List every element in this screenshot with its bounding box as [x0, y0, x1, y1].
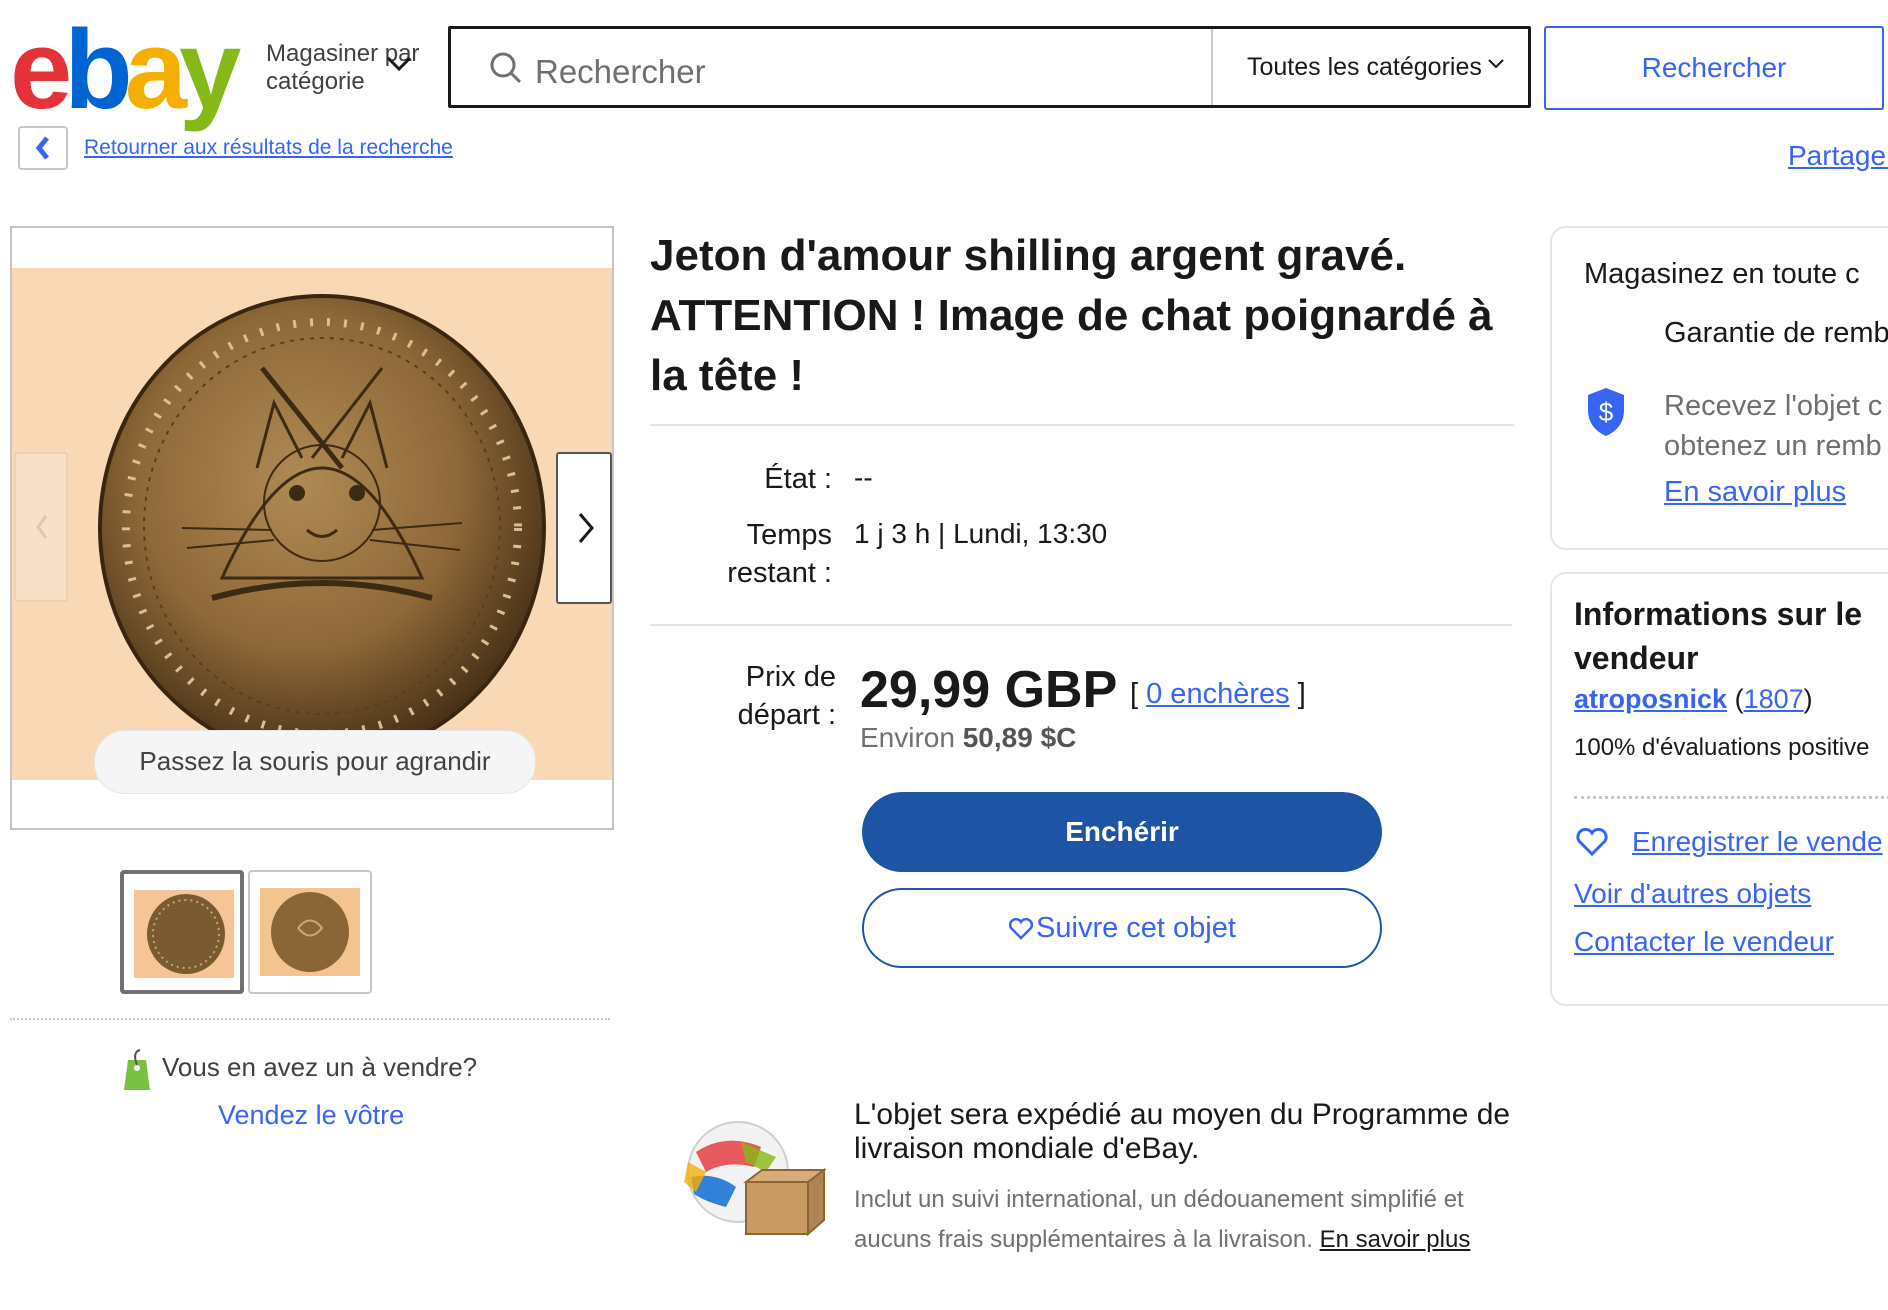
- contact-seller-link[interactable]: Contacter le vendeur: [1574, 926, 1834, 958]
- back-button[interactable]: [18, 126, 68, 170]
- bids-count: [ 0 enchères ]: [1130, 678, 1306, 710]
- bids-link[interactable]: 0 enchères: [1146, 678, 1290, 710]
- shipping-learn-more-link[interactable]: En savoir plus: [1320, 1226, 1471, 1253]
- save-seller-button[interactable]: Enregistrer le vende: [1574, 826, 1883, 863]
- search-icon: [490, 52, 522, 84]
- time-left-label: Temps restant :: [727, 519, 832, 589]
- item-title: Jeton d'amour shilling argent gravé. ATT…: [650, 231, 1493, 400]
- divider: [1574, 796, 1888, 799]
- start-price-label: Prix de départ :: [737, 661, 836, 731]
- seller-name-link[interactable]: atroposnick: [1574, 684, 1727, 714]
- ebay-logo[interactable]: ebay: [10, 14, 241, 126]
- watch-item-button[interactable]: Suivre cet objet: [862, 888, 1382, 968]
- thumbnail-2[interactable]: [248, 870, 372, 994]
- save-seller-label: Enregistrer le vende: [1632, 826, 1883, 857]
- next-image-button[interactable]: [556, 452, 612, 604]
- approx-price: Environ 50,89 $C: [860, 722, 1077, 753]
- shipping-description: Inclut un suivi international, un dédoua…: [854, 1186, 1471, 1253]
- category-select[interactable]: Toutes les catégories: [1247, 53, 1482, 82]
- heart-icon: [1008, 918, 1034, 941]
- price-value: 29,99 GBP: [860, 661, 1118, 719]
- divider: [650, 424, 1514, 426]
- search-divider: [1211, 29, 1213, 105]
- main-image-viewer[interactable]: Passez la souris pour agrandir: [10, 226, 614, 830]
- search-button[interactable]: Rechercher: [1544, 26, 1884, 110]
- sell-yours-link[interactable]: Vendez le vôtre: [218, 1100, 404, 1131]
- search-bar[interactable]: Rechercher Toutes les catégories: [448, 26, 1531, 108]
- condition-value: --: [854, 462, 873, 493]
- seller-line: atroposnick (1807): [1574, 684, 1813, 714]
- shield-dollar-icon: $: [1588, 388, 1624, 436]
- seller-info-card: Informations sur le vendeur atroposnick …: [1550, 572, 1888, 1006]
- sell-prompt: Vous en avez un à vendre?: [162, 1052, 478, 1082]
- place-bid-button[interactable]: Enchérir: [862, 792, 1382, 872]
- price-tag-icon: [124, 1049, 150, 1090]
- watch-item-label: Suivre cet objet: [1036, 912, 1236, 944]
- guarantee-heading: Garantie de remb eBay: [1664, 317, 1888, 349]
- condition-label: État :: [764, 463, 832, 495]
- chevron-right-icon: [578, 513, 594, 543]
- chevron-left-icon: [35, 136, 49, 160]
- thumbnail-image: [260, 888, 360, 976]
- item-image: [12, 268, 612, 780]
- thumbnail-image: [134, 890, 234, 978]
- thumbnail-1[interactable]: [120, 870, 244, 994]
- divider: [10, 1018, 610, 1020]
- divider: [650, 624, 1512, 626]
- positive-feedback: 100% d'évaluations positive: [1574, 734, 1870, 761]
- card-title: Magasinez en toute c: [1584, 258, 1860, 290]
- shipping-title: L'objet sera expédié au moyen du Program…: [854, 1098, 1511, 1165]
- heart-icon: [1576, 827, 1608, 857]
- previous-image-button[interactable]: [14, 452, 68, 602]
- shop-by-category-button[interactable]: Magasiner par catégorie: [266, 40, 436, 96]
- coin-thumbnail: [271, 892, 349, 972]
- share-link[interactable]: Partager: [1788, 140, 1888, 172]
- chevron-down-icon: [386, 56, 412, 72]
- feedback-count-link[interactable]: 1807: [1744, 684, 1804, 714]
- guarantee-learn-more-link[interactable]: En savoir plus: [1664, 476, 1846, 509]
- coin-image: [98, 294, 546, 762]
- seller-card-title: Informations sur le vendeur: [1574, 596, 1863, 676]
- search-input[interactable]: Rechercher: [535, 53, 706, 91]
- hover-zoom-hint: Passez la souris pour agrandir: [94, 730, 536, 794]
- coin-thumbnail: [147, 894, 225, 974]
- guarantee-description: Recevez l'objet c obtenez un remb: [1664, 390, 1883, 462]
- svg-text:$: $: [1599, 397, 1614, 427]
- time-left-value: 1 j 3 h | Lundi, 13:30: [854, 518, 1108, 549]
- chevron-left-icon: [36, 515, 48, 539]
- back-to-results-link[interactable]: Retourner aux résultats de la recherche: [84, 136, 453, 160]
- chevron-down-icon: [1488, 59, 1504, 69]
- shop-confidence-card: Magasinez en toute c $ Garantie de remb …: [1550, 226, 1888, 550]
- global-shipping-icon: [684, 1121, 826, 1237]
- see-other-items-link[interactable]: Voir d'autres objets: [1574, 878, 1811, 910]
